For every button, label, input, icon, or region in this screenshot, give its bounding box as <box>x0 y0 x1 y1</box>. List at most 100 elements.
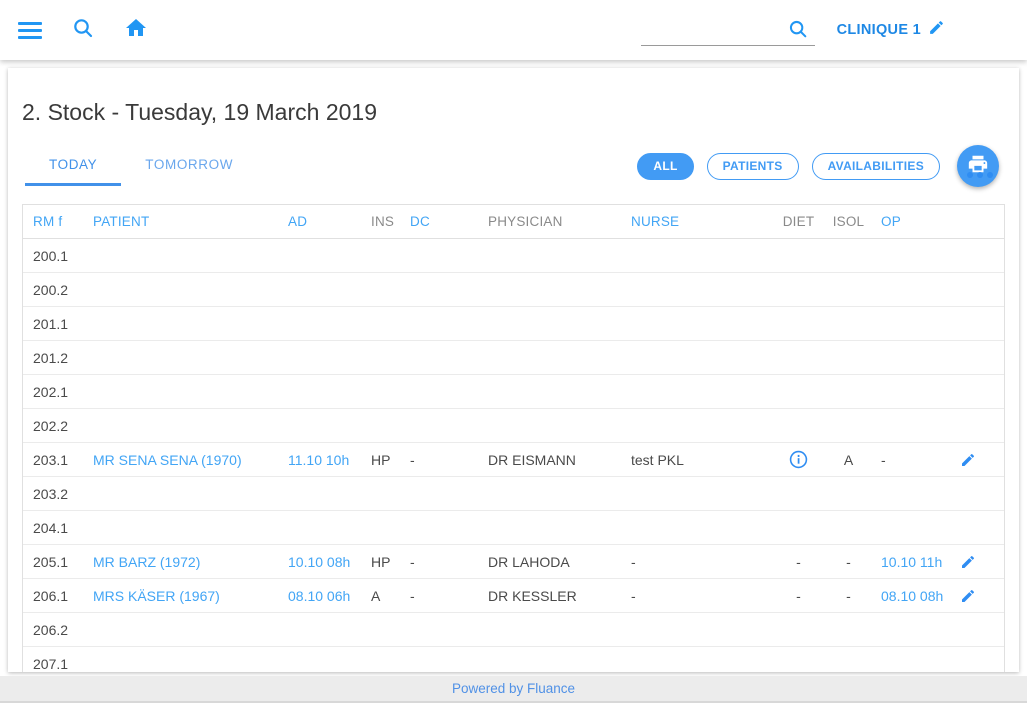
isol-value <box>826 409 871 442</box>
room-number: 206.1 <box>23 579 83 612</box>
dc-value <box>400 477 478 510</box>
ins-value <box>361 239 400 272</box>
search-submit-icon[interactable] <box>787 18 809 45</box>
nurse-value <box>621 511 771 544</box>
filter-availabilities[interactable]: AVAILABILITIES <box>812 153 940 180</box>
table-row: 206.1MRS KÄSER (1967)08.10 06hA-DR KESSL… <box>23 579 1004 613</box>
nurse-value <box>621 647 771 672</box>
column-header-diet[interactable]: DIET <box>771 205 826 238</box>
nurse-value <box>621 477 771 510</box>
nurse-value <box>621 307 771 340</box>
physician-value: DR LAHODA <box>478 545 621 578</box>
admission-time <box>278 647 361 672</box>
tab-today[interactable]: TODAY <box>25 146 121 186</box>
physician-value <box>478 477 621 510</box>
isol-value <box>826 273 871 306</box>
patient-link <box>83 511 278 544</box>
admission-time <box>278 273 361 306</box>
admission-time[interactable]: 08.10 06h <box>278 579 361 612</box>
tab-tomorrow[interactable]: TOMORROW <box>121 146 257 186</box>
table-row: 202.1 <box>23 375 1004 409</box>
physician-value <box>478 511 621 544</box>
table-row: 202.2 <box>23 409 1004 443</box>
edit-cell <box>951 545 984 578</box>
room-number: 203.1 <box>23 443 83 476</box>
nurse-value <box>621 409 771 442</box>
column-header-isol[interactable]: ISOL <box>826 205 871 238</box>
app-bar: CLINIQUE 1 <box>0 0 1027 60</box>
dc-value <box>400 341 478 374</box>
ins-value <box>361 341 400 374</box>
row-edit-button[interactable] <box>960 588 976 604</box>
op-time[interactable]: 10.10 11h <box>871 545 951 578</box>
room-number: 202.2 <box>23 409 83 442</box>
room-number: 200.1 <box>23 239 83 272</box>
dc-value: - <box>400 545 478 578</box>
isol-value <box>826 511 871 544</box>
column-header-patient[interactable]: PATIENT <box>83 205 278 238</box>
admission-time[interactable]: 11.10 10h <box>278 443 361 476</box>
isol-value <box>826 647 871 672</box>
patient-link[interactable]: MR SENA SENA (1970) <box>83 443 278 476</box>
room-number: 207.1 <box>23 647 83 672</box>
edit-cell <box>951 341 984 374</box>
op-time[interactable]: 08.10 08h <box>871 579 951 612</box>
isol-value <box>826 613 871 646</box>
menu-icon <box>18 18 42 43</box>
patient-link[interactable]: MR BARZ (1972) <box>83 545 278 578</box>
column-header-nurse[interactable]: NURSE <box>621 205 771 238</box>
diet-cell <box>771 647 826 672</box>
physician-value <box>478 341 621 374</box>
admission-time <box>278 613 361 646</box>
admission-time <box>278 477 361 510</box>
diet-cell <box>771 307 826 340</box>
op-time <box>871 375 951 408</box>
patient-link <box>83 409 278 442</box>
home-button[interactable] <box>116 10 156 50</box>
edit-cell <box>951 443 984 476</box>
search-input[interactable] <box>641 14 781 44</box>
table-row: 206.2 <box>23 613 1004 647</box>
clinic-selector[interactable]: CLINIQUE 1 <box>837 0 945 60</box>
row-edit-button[interactable] <box>960 452 976 468</box>
diet-cell <box>771 613 826 646</box>
admission-time <box>278 239 361 272</box>
more-options-button[interactable] <box>963 168 997 182</box>
column-header-rm-f[interactable]: RM f <box>23 205 83 238</box>
diet-cell <box>771 409 826 442</box>
physician-value <box>478 239 621 272</box>
ins-value <box>361 307 400 340</box>
edit-cell <box>951 375 984 408</box>
ins-value <box>361 273 400 306</box>
powered-by-link[interactable]: Powered by Fluance <box>452 681 575 696</box>
column-header-dc[interactable]: DC <box>400 205 478 238</box>
filter-all[interactable]: ALL <box>637 153 693 180</box>
filter-patients[interactable]: PATIENTS <box>707 153 799 180</box>
menu-button[interactable] <box>10 10 50 50</box>
room-number: 205.1 <box>23 545 83 578</box>
op-time <box>871 341 951 374</box>
toolbar-search-field[interactable] <box>641 14 815 46</box>
search-button[interactable] <box>63 10 103 50</box>
column-header-ad[interactable]: AD <box>278 205 361 238</box>
physician-value: DR EISMANN <box>478 443 621 476</box>
physician-value <box>478 375 621 408</box>
column-header-ins[interactable]: INS <box>361 205 400 238</box>
dc-value: - <box>400 443 478 476</box>
row-edit-button[interactable] <box>960 554 976 570</box>
diet-cell <box>771 375 826 408</box>
column-header-physician[interactable]: PHYSICIAN <box>478 205 621 238</box>
patient-link <box>83 239 278 272</box>
edit-cell <box>951 613 984 646</box>
admission-time[interactable]: 10.10 08h <box>278 545 361 578</box>
dc-value <box>400 307 478 340</box>
column-header-op[interactable]: OP <box>871 205 951 238</box>
diet-info-icon[interactable] <box>789 450 808 469</box>
table-body: 200.1200.2201.1201.2202.1202.2203.1MR SE… <box>23 239 1004 672</box>
column-header-edit <box>951 205 984 238</box>
dc-value: - <box>400 579 478 612</box>
clinic-label: CLINIQUE 1 <box>837 22 921 38</box>
patient-link[interactable]: MRS KÄSER (1967) <box>83 579 278 612</box>
nurse-value <box>621 239 771 272</box>
isol-value <box>826 477 871 510</box>
